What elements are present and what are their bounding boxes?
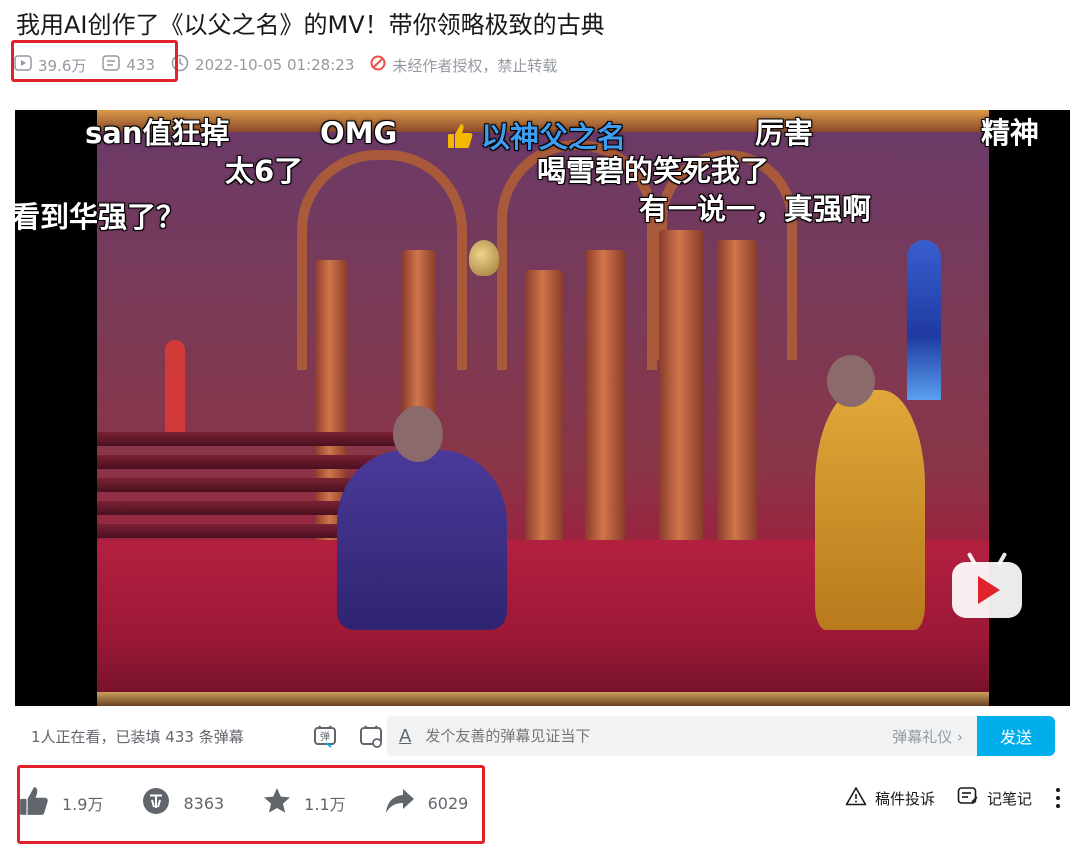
notes-button[interactable]: 记笔记 xyxy=(957,786,1032,810)
note-icon xyxy=(957,786,979,810)
danmaku-item-liked: 以神父之名 xyxy=(445,120,626,158)
highlight-box-actions xyxy=(17,765,485,844)
danmaku-item: 厉害 xyxy=(755,116,814,150)
danmaku-item: OMG xyxy=(320,116,398,150)
danmaku-settings-icon[interactable] xyxy=(354,721,388,751)
send-danmaku-button[interactable]: 发送 xyxy=(977,716,1055,756)
danmaku-item: 看到华强了？ xyxy=(15,200,186,234)
danmaku-item: 喝雪碧的笑死我了 xyxy=(537,154,770,188)
danmaku-item: 太6了 xyxy=(225,154,304,188)
danmaku-item: 有一说一，真强啊 xyxy=(639,192,872,226)
highlight-box-meta xyxy=(11,40,178,82)
danmaku-bar: 1人正在看，已装填 433 条弹幕 弹 A 弹幕礼仪 › 发送 xyxy=(15,708,1070,764)
hanging-lamp xyxy=(469,240,499,276)
column xyxy=(525,270,563,580)
red-window xyxy=(165,340,185,435)
svg-text:弹: 弹 xyxy=(320,730,330,743)
danmaku-item-liked-text: 以神父之名 xyxy=(481,120,627,154)
danmaku-item: san值狂掉 xyxy=(85,116,230,150)
danmaku-item: 精神 xyxy=(981,116,1040,150)
watching-status: 1人正在看，已装填 433 条弹幕 xyxy=(31,727,244,746)
pew xyxy=(97,455,397,469)
danmaku-input[interactable] xyxy=(423,726,848,746)
baseboard xyxy=(97,692,989,706)
video-player[interactable]: san值狂掉 OMG 以神父之名 厉害 精神 太6了 喝雪碧的笑死我了 看到华强… xyxy=(15,110,1070,706)
danmaku-toggle-icon[interactable]: 弹 xyxy=(308,721,342,751)
thumbs-up-icon xyxy=(445,121,475,158)
figure-head xyxy=(393,406,443,462)
kneeling-figure-gold xyxy=(815,390,925,630)
stained-glass-window xyxy=(907,240,941,400)
notes-label: 记笔记 xyxy=(986,789,1032,808)
warning-icon xyxy=(845,786,867,810)
copyright-notice: 未经作者授权，禁止转载 xyxy=(370,55,557,76)
column xyxy=(585,250,625,590)
more-options-icon[interactable] xyxy=(1054,787,1062,809)
right-tools: 稿件投诉 记笔记 xyxy=(823,786,1062,810)
danmaku-etiquette-link[interactable]: 弹幕礼仪 › xyxy=(892,726,963,747)
bilibili-play-icon[interactable] xyxy=(952,551,1022,618)
publish-time-value: 2022-10-05 01:28:23 xyxy=(195,56,355,74)
video-title: 我用AI创作了《以父之名》的MV！带你领略极致的古典 xyxy=(16,11,605,39)
copyright-notice-text: 未经作者授权，禁止转载 xyxy=(392,56,558,75)
pew xyxy=(97,432,397,446)
publish-time: 2022-10-05 01:28:23 xyxy=(171,54,354,76)
report-label: 稿件投诉 xyxy=(874,789,935,808)
report-button[interactable]: 稿件投诉 xyxy=(845,786,935,810)
danmaku-format-icon[interactable]: A xyxy=(399,726,411,747)
kneeling-figure-blue xyxy=(337,450,507,630)
danmaku-input-box: A 弹幕礼仪 › xyxy=(387,716,977,756)
figure-head xyxy=(827,355,875,407)
no-repost-icon xyxy=(370,55,386,75)
